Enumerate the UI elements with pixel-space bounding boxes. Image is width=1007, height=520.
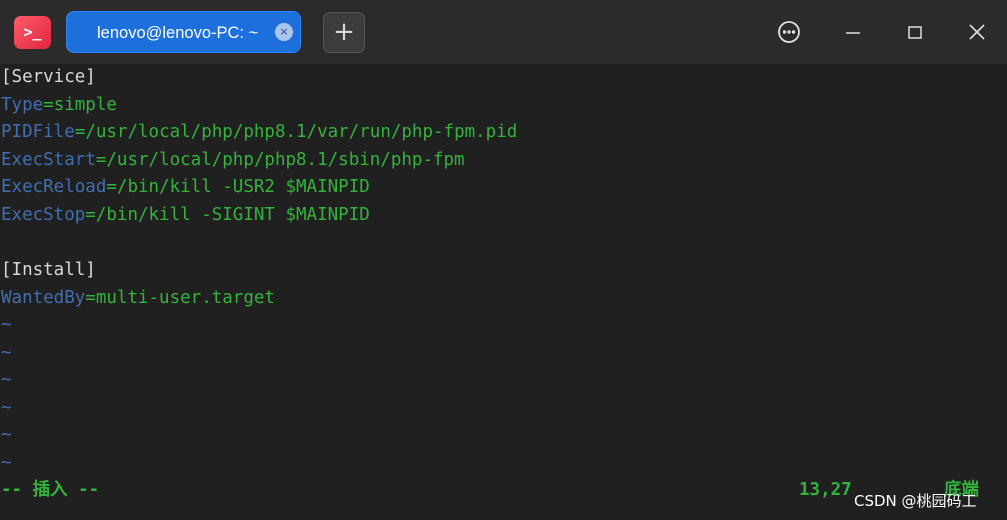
equals-sign: = [95, 150, 107, 170]
config-value: simple [53, 95, 117, 115]
empty-line-marker: ~ [1, 315, 12, 335]
editor-line: ExecStop=/bin/kill -SIGINT $MAINPID [1, 202, 370, 229]
config-key: ExecReload [1, 177, 107, 197]
config-key: ExecStop [1, 205, 86, 225]
empty-line-marker: ~ [1, 370, 12, 390]
terminal-app-icon[interactable]: >_ [14, 16, 51, 49]
equals-sign: = [106, 177, 117, 197]
config-value: multi-user.target [95, 288, 275, 308]
editor-line: ExecStart=/usr/local/php/php8.1/sbin/php… [1, 147, 465, 174]
empty-line-marker: ~ [1, 425, 12, 445]
empty-line-marker: ~ [1, 453, 12, 473]
equals-sign: = [74, 122, 86, 142]
config-value: /usr/local/php/php8.1/var/run/php-fpm.pi… [85, 122, 518, 142]
close-icon[interactable] [962, 17, 992, 47]
minimize-icon[interactable] [838, 17, 868, 47]
tab-title: lenovo@lenovo-PC: ~ [97, 24, 259, 42]
watermark: CSDN @桃园码工 [854, 492, 977, 510]
new-tab-button[interactable]: + [323, 12, 365, 53]
config-key: WantedBy [1, 288, 86, 308]
tab-close-icon[interactable]: × [275, 23, 293, 41]
terminal-tab[interactable]: lenovo@lenovo-PC: ~ [66, 11, 301, 53]
section-header: [Service] [1, 67, 96, 87]
equals-sign: = [85, 205, 96, 225]
equals-sign: = [43, 95, 54, 115]
vim-mode-indicator: -- 插入 -- [1, 480, 100, 500]
config-value: /usr/local/php/php8.1/sbin/php-fpm [106, 150, 465, 170]
config-value: /bin/kill -USR2 $MAINPID [116, 177, 370, 197]
editor-line: ExecReload=/bin/kill -USR2 $MAINPID [1, 174, 370, 201]
empty-line-marker: ~ [1, 343, 12, 363]
editor-line: Type=simple [1, 92, 117, 119]
config-key: Type [1, 95, 44, 115]
cursor-position: 13,27 [799, 480, 852, 500]
config-key: PIDFile [1, 122, 75, 142]
maximize-icon[interactable] [900, 17, 930, 47]
editor-line: [Service] [1, 64, 96, 91]
section-header: [Install] [1, 260, 96, 280]
equals-sign: = [85, 288, 96, 308]
editor-line: [Install] [1, 257, 96, 284]
terminal-editor-area[interactable]: [Service] Type=simple PIDFile=/usr/local… [0, 64, 1007, 520]
more-options-icon[interactable] [774, 17, 804, 47]
editor-line: WantedBy=multi-user.target [1, 285, 275, 312]
empty-line-marker: ~ [1, 398, 12, 418]
config-value: /bin/kill -SIGINT $MAINPID [95, 205, 370, 225]
editor-line: PIDFile=/usr/local/php/php8.1/var/run/ph… [1, 119, 517, 146]
config-key: ExecStart [1, 150, 96, 170]
title-bar: >_ lenovo@lenovo-PC: ~ × + [0, 0, 1007, 64]
